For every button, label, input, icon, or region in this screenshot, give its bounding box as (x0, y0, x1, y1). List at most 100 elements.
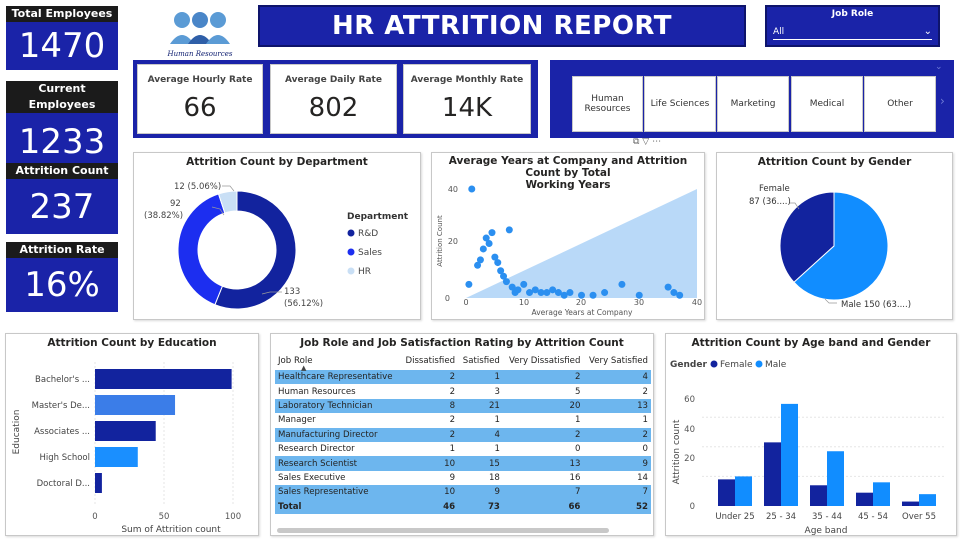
chevron-down-icon: ⌄ (935, 62, 943, 72)
scatter-point[interactable] (502, 278, 510, 286)
value-cell: 7 (583, 485, 651, 500)
value-cell: 2 (449, 386, 456, 397)
table-row[interactable]: Laboratory Technician 8 21 20 13 (275, 398, 651, 414)
scatter-point[interactable] (601, 289, 609, 297)
legend-female[interactable]: Female (720, 360, 753, 370)
bar-female[interactable] (718, 479, 735, 506)
category-label: High School (40, 453, 90, 463)
bar-2[interactable] (95, 421, 156, 441)
kpi-current-employees: Current Employees 1233 (6, 81, 118, 171)
value-cell: 8 (400, 398, 459, 414)
logo-caption: Human Resources (167, 50, 233, 58)
bars[interactable] (718, 403, 936, 506)
category-label: 25 - 34 (766, 512, 796, 522)
scatter-point[interactable] (485, 240, 493, 247)
slicer-option-human-resources[interactable]: Human Resources (572, 76, 643, 132)
scatter-point[interactable] (479, 245, 487, 253)
donut-slices[interactable] (177, 190, 297, 310)
scatter-point[interactable] (664, 283, 672, 291)
table-row[interactable]: Manager 2 1 1 1 (275, 413, 651, 427)
legend-male[interactable]: Male (765, 360, 787, 370)
rate-value: 14K (441, 93, 493, 123)
table-row[interactable]: Sales Representative 10 9 7 7 (275, 485, 651, 500)
rates-panel: Average Hourly Rate 66 Average Daily Rat… (133, 60, 538, 138)
value-cell: 13 (583, 398, 651, 414)
value-cell: 21 (458, 398, 503, 414)
legend-marker-hr (347, 267, 355, 275)
bar-4[interactable] (95, 473, 102, 493)
report-title: HR ATTRITION REPORT (258, 5, 746, 47)
column-header[interactable]: Satisfied (458, 352, 503, 370)
value-cell: 4 (458, 427, 503, 442)
table-row[interactable]: Research Scientist 10 15 13 9 (275, 456, 651, 471)
legend-sales[interactable]: Sales (358, 248, 382, 258)
bar-male[interactable] (735, 476, 752, 506)
table-row[interactable]: Sales Executive 9 18 16 14 (275, 471, 651, 485)
column-header[interactable]: Very Dissatisfied (503, 352, 584, 370)
scatter-point[interactable] (618, 280, 626, 288)
bar-3[interactable] (95, 447, 138, 467)
table-row[interactable]: Healthcare Representative 2 1 2 4 (275, 370, 651, 385)
total-cell: 46 (400, 499, 459, 514)
column-header-job-role[interactable]: Job Role (275, 352, 400, 370)
bar-female[interactable] (764, 442, 781, 506)
category-label: Bachelor's ... (35, 375, 90, 385)
scatter-point[interactable] (476, 256, 484, 264)
sort-arrow-icon[interactable]: ▲ (301, 364, 306, 372)
bar-female[interactable] (902, 501, 919, 506)
legend-hr[interactable]: HR (358, 267, 371, 277)
bar-male[interactable] (873, 482, 890, 506)
scatter-point[interactable] (589, 291, 597, 299)
column-header[interactable]: Dissatisfied (400, 352, 458, 370)
value-cell: 1 (494, 444, 500, 455)
scatter-point[interactable] (676, 291, 684, 299)
x-tick: 20 (576, 298, 586, 307)
slicer-option-marketing[interactable]: Marketing (717, 76, 789, 132)
filter-icon[interactable]: ⧉ ▽ ⋯ (633, 137, 661, 147)
scatter-point[interactable] (514, 286, 522, 294)
value-cell: 1 (642, 415, 648, 426)
bar-female[interactable] (810, 485, 827, 506)
slicer-option-life-sciences[interactable]: Life Sciences (644, 76, 716, 132)
value-cell: 1 (494, 415, 500, 426)
hr-logo: Human Resources (160, 8, 240, 58)
scatter-point[interactable] (468, 185, 476, 193)
bar-1[interactable] (95, 395, 176, 415)
legend-rd[interactable]: R&D (358, 229, 378, 239)
pie-slices[interactable] (779, 191, 889, 301)
label-male: Male 150 (63....) (841, 300, 911, 310)
donut-slice-sales[interactable] (177, 193, 226, 306)
job-role-filter: Job Role All ⌄ (765, 5, 940, 47)
column-header[interactable]: Very Satisfied (583, 352, 651, 370)
bar-female[interactable] (856, 492, 873, 506)
scatter-point[interactable] (520, 280, 528, 288)
scatter-point[interactable] (465, 280, 473, 288)
table-row[interactable]: Research Director 1 1 0 0 (275, 442, 651, 456)
scatter-point[interactable] (505, 226, 513, 234)
legend-marker-sales (347, 248, 355, 256)
slicer-option-medical[interactable]: Medical (791, 76, 863, 132)
chevron-right-icon[interactable]: › (940, 94, 945, 108)
job-role-cell: Sales Representative (275, 485, 401, 500)
job-role-cell: Research Scientist (275, 456, 401, 471)
bar-male[interactable] (781, 403, 798, 506)
value-cell: 16 (569, 472, 581, 483)
category-label: 35 - 44 (812, 512, 842, 522)
x-tick: 40 (692, 298, 702, 307)
table-row[interactable]: Manufacturing Director 2 4 2 2 (275, 427, 651, 442)
job-role-cell: Manufacturing Director (275, 427, 401, 442)
bars[interactable] (95, 369, 232, 493)
horizontal-scrollbar[interactable] (277, 528, 609, 533)
table-row[interactable]: Human Resources 2 3 5 2 (275, 384, 651, 398)
bar-male[interactable] (919, 494, 936, 506)
scatter-point[interactable] (488, 229, 496, 237)
label-rd-value: 133 (284, 287, 300, 297)
slicer-option-other[interactable]: Other (864, 76, 936, 132)
bar-0[interactable] (95, 369, 232, 389)
scatter-point[interactable] (566, 289, 574, 297)
value-cell: 4 (583, 370, 651, 385)
scatter-point[interactable] (494, 259, 502, 267)
bar-male[interactable] (827, 451, 844, 506)
job-role-dropdown[interactable]: All ⌄ (773, 24, 932, 40)
label-female: Female (759, 184, 790, 194)
